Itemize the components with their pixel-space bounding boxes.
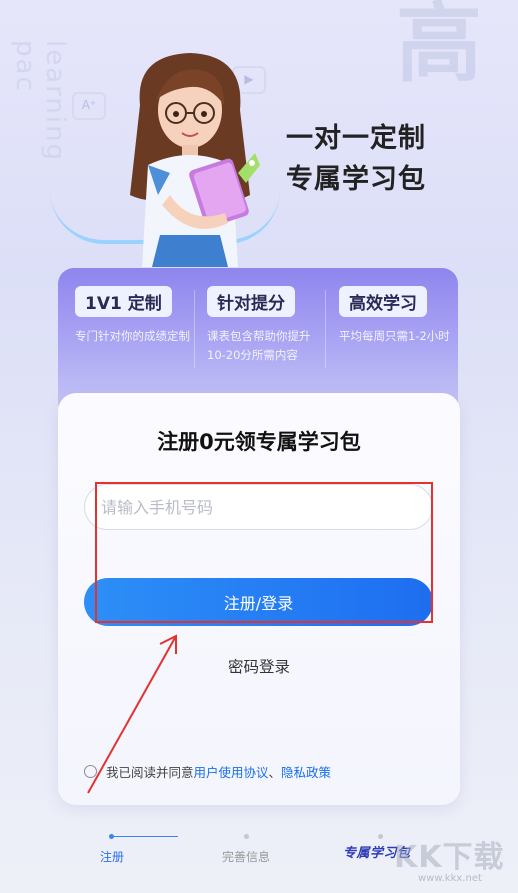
feature-tag: 1V1 定制 xyxy=(75,286,172,317)
step-complete-info: 完善信息 xyxy=(222,850,271,864)
step-progress-line xyxy=(114,836,178,837)
phone-input[interactable] xyxy=(84,484,433,530)
divider xyxy=(325,290,326,368)
feature-tag: 针对提分 xyxy=(207,286,295,317)
agreement-separator: 、 xyxy=(268,765,282,780)
tutor-illustration xyxy=(130,53,260,267)
step-register: 注册 xyxy=(100,850,125,864)
feature-efficient: 高效学习 平均每周只需1-2小时 xyxy=(339,286,457,376)
user-agreement-link[interactable]: 用户使用协议 xyxy=(194,762,269,781)
feature-score: 针对提分 课表包含帮助你提升10-20分所需内容 xyxy=(207,286,325,376)
ai-badge-icon: A⁺ xyxy=(72,92,106,120)
decorative-vertical-text: learning pac xyxy=(10,40,70,163)
divider xyxy=(194,290,195,368)
hero-title-line1: 一对一定制 xyxy=(286,123,426,154)
step-dot xyxy=(244,834,249,839)
decorative-letter: 高 xyxy=(396,0,482,94)
register-login-button[interactable]: 注册/登录 xyxy=(84,578,433,626)
feature-1v1: 1V1 定制 专门针对你的成绩定制 xyxy=(75,286,193,376)
watermark-url: www.kkx.net xyxy=(418,873,482,884)
feature-tag: 高效学习 xyxy=(339,286,427,317)
watermark-logo: KK下载 xyxy=(394,840,505,875)
privacy-policy-link[interactable]: 隐私政策 xyxy=(281,762,331,781)
feature-description: 课表包含帮助你提升10-20分所需内容 xyxy=(207,329,311,362)
hero-title-line2: 专属学习包 xyxy=(286,164,426,195)
feature-description: 专门针对你的成绩定制 xyxy=(75,329,190,343)
form-title: 注册0元领专属学习包 xyxy=(157,430,361,454)
step-dot xyxy=(378,834,383,839)
annotation-arrow xyxy=(87,634,177,794)
feature-description: 平均每周只需1-2小时 xyxy=(339,329,450,343)
